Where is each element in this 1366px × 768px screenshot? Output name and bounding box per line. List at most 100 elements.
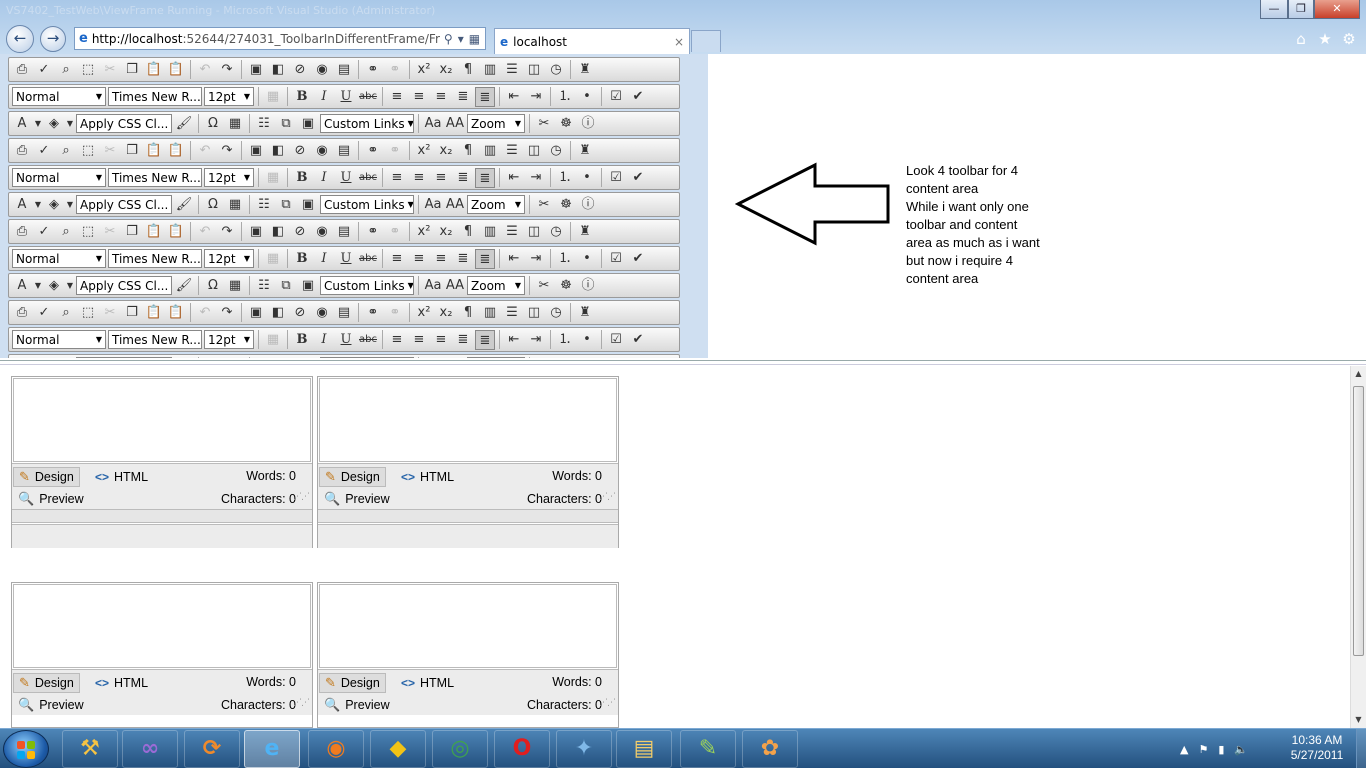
unlink-icon[interactable]: ⚭: [385, 141, 405, 161]
align-center-icon[interactable]: ≡: [409, 87, 429, 107]
paragraph-icon[interactable]: ¶: [458, 303, 478, 323]
resize-grip-icon[interactable]: ⋰⋰: [293, 492, 310, 502]
subscript-icon[interactable]: x₂: [436, 303, 456, 323]
tools-menu-icon[interactable]: ✂: [534, 195, 554, 215]
paste-text-icon[interactable]: 📋: [144, 141, 164, 161]
numbered-list-icon[interactable]: ⒈: [555, 330, 575, 350]
custom-links-select[interactable]: Custom Links▼: [320, 195, 414, 214]
indent-icon[interactable]: ⇥: [526, 249, 546, 269]
background-image-icon[interactable]: ▦: [263, 87, 283, 107]
custom-links-select[interactable]: Custom Links▼: [320, 114, 414, 133]
flash-icon[interactable]: ⊘: [290, 60, 310, 80]
font-name-select[interactable]: Times New R...▼: [108, 87, 202, 106]
close-window-button[interactable]: ✕: [1314, 0, 1360, 19]
format-painter-icon[interactable]: 🖌: [174, 114, 194, 134]
align-center-icon[interactable]: ≡: [409, 168, 429, 188]
font-color-icon[interactable]: A: [12, 195, 32, 215]
underline-icon[interactable]: U: [336, 87, 356, 107]
numbered-list-icon[interactable]: ⒈: [555, 87, 575, 107]
horizontal-rule-icon[interactable]: ☰: [502, 141, 522, 161]
hyperlink-icon[interactable]: ⚭: [363, 60, 383, 80]
undo-icon[interactable]: ↶: [195, 222, 215, 242]
cut-icon[interactable]: ✂: [100, 303, 120, 323]
resize-grip-icon[interactable]: ⋰⋰: [599, 698, 616, 708]
volume-icon[interactable]: 🔈: [1234, 743, 1248, 756]
module-manager-icon[interactable]: ☑: [606, 87, 626, 107]
dropdown-arrow-icon[interactable]: ▼: [34, 357, 42, 359]
dropdown-arrow-icon[interactable]: ▼: [66, 195, 74, 215]
date-icon[interactable]: ◷: [546, 222, 566, 242]
refresh-icon[interactable]: ↻: [485, 32, 486, 46]
print-icon[interactable]: ⎙: [12, 60, 32, 80]
format-stripper-icon[interactable]: ♜: [575, 141, 595, 161]
image-map-icon[interactable]: ◧: [268, 141, 288, 161]
editor-content-area[interactable]: [13, 584, 311, 668]
copy-icon[interactable]: ❐: [122, 60, 142, 80]
show-hidden-icons-icon[interactable]: ▲: [1180, 743, 1188, 756]
hyperlink-icon[interactable]: ⚭: [363, 303, 383, 323]
align-left-icon[interactable]: ≡: [387, 330, 407, 350]
xhtml-validator-icon[interactable]: ✔: [628, 168, 648, 188]
convert-case-lower-icon[interactable]: Aa: [423, 114, 443, 134]
align-left-icon[interactable]: ≡: [387, 168, 407, 188]
taskbar-tools-app[interactable]: ⚒: [62, 730, 118, 768]
document-icon[interactable]: ▤: [334, 303, 354, 323]
justify-none-icon[interactable]: ≣: [475, 167, 495, 188]
insert-template-icon[interactable]: ▥: [480, 60, 500, 80]
superscript-icon[interactable]: x²: [414, 141, 434, 161]
align-right-icon[interactable]: ≡: [431, 168, 451, 188]
font-size-select[interactable]: 12pt ▼: [204, 168, 254, 187]
image-manager-icon[interactable]: ▣: [298, 357, 318, 359]
form-icon[interactable]: ◫: [524, 60, 544, 80]
justify-icon[interactable]: ≣: [453, 87, 473, 107]
minimize-button[interactable]: —: [1260, 0, 1288, 19]
format-stripper-icon[interactable]: ♜: [575, 60, 595, 80]
address-bar[interactable]: e http://localhost:52644/274031_ToolbarI…: [74, 27, 486, 50]
select-all-icon[interactable]: ⬚: [78, 141, 98, 161]
format-stripper-icon[interactable]: ♜: [575, 303, 595, 323]
outdent-icon[interactable]: ⇤: [504, 249, 524, 269]
bold-icon[interactable]: B: [292, 168, 312, 188]
paste-text-icon[interactable]: 📋: [144, 60, 164, 80]
custom-links-select[interactable]: Custom Links▼: [320, 276, 414, 295]
design-mode-button[interactable]: ✎ Design: [13, 673, 80, 693]
spellcheck-icon[interactable]: ✓: [34, 222, 54, 242]
paste-icon[interactable]: 📋: [166, 141, 186, 161]
paste-icon[interactable]: 📋: [166, 303, 186, 323]
dropdown-arrow-icon[interactable]: ▾: [458, 32, 464, 46]
insert-template-icon[interactable]: ▥: [480, 222, 500, 242]
dropdown-arrow-icon[interactable]: ▼: [34, 195, 42, 215]
home-icon[interactable]: ⌂: [1292, 30, 1310, 48]
redo-icon[interactable]: ↷: [217, 141, 237, 161]
paragraph-style-select[interactable]: Normal ▼: [12, 330, 106, 349]
apply-css-class-select[interactable]: Apply CSS Cl...▼: [76, 195, 172, 214]
tools-menu-icon[interactable]: ✂: [534, 357, 554, 359]
about-icon[interactable]: ⓘ: [578, 195, 598, 215]
format-stripper-icon[interactable]: ♜: [575, 222, 595, 242]
show-desktop-button[interactable]: [1356, 729, 1366, 768]
hyperlink-icon[interactable]: ⚭: [363, 222, 383, 242]
tools-icon[interactable]: ⚙: [1340, 30, 1358, 48]
convert-case-upper-icon[interactable]: AA: [445, 357, 465, 359]
tools-menu-icon[interactable]: ✂: [534, 114, 554, 134]
search-icon[interactable]: ⚲: [444, 32, 453, 46]
taskbar-internet-explorer-app[interactable]: e: [244, 730, 300, 768]
font-color-icon[interactable]: A: [12, 114, 32, 134]
background-image-icon[interactable]: ▦: [263, 168, 283, 188]
subscript-icon[interactable]: x₂: [436, 60, 456, 80]
font-size-select[interactable]: 12pt ▼: [204, 330, 254, 349]
date-icon[interactable]: ◷: [546, 303, 566, 323]
spellcheck-icon[interactable]: ✓: [34, 60, 54, 80]
paragraph-icon[interactable]: ¶: [458, 141, 478, 161]
design-mode-button[interactable]: ✎ Design: [319, 673, 386, 693]
horizontal-rule-icon[interactable]: ☰: [502, 222, 522, 242]
preview-mode-button[interactable]: 🔍 Preview: [319, 695, 395, 715]
convert-case-lower-icon[interactable]: Aa: [423, 276, 443, 296]
strikethrough-icon[interactable]: abc: [358, 330, 378, 350]
cut-icon[interactable]: ✂: [100, 60, 120, 80]
form-icon[interactable]: ◫: [524, 141, 544, 161]
italic-icon[interactable]: I: [314, 168, 334, 188]
paste-text-icon[interactable]: 📋: [144, 303, 164, 323]
taskbar-firefox-app[interactable]: ◉: [308, 730, 364, 768]
taskbar-explorer-app[interactable]: ▤: [616, 730, 672, 768]
